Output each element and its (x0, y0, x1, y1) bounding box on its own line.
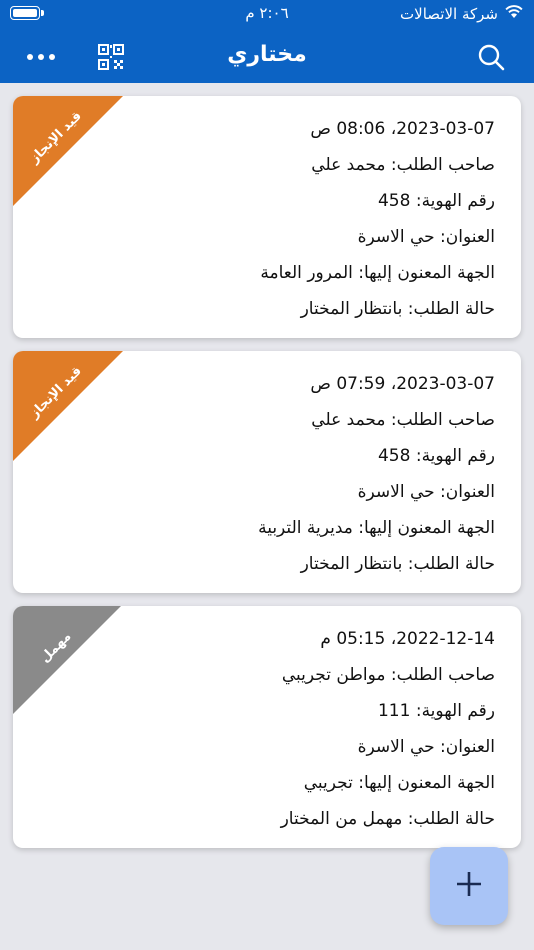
request-recipient: الجهة المعنون إليها: المرور العامة (260, 263, 495, 283)
request-datetime: 2023-03-07، 08:06 ص (310, 119, 495, 139)
request-card[interactable]: قيد الإنجاز 2023-03-07، 07:59 ص صاحب الط… (13, 351, 521, 593)
request-card[interactable]: مهمل 2022-12-14، 05:15 م صاحب الطلب: موا… (13, 606, 521, 848)
carrier-name: شركة الاتصالات (400, 4, 498, 23)
request-address: العنوان: حي الاسرة (357, 737, 495, 757)
add-request-button[interactable] (430, 847, 508, 925)
navbar: مختاري (0, 30, 534, 83)
status-ribbon: قيد الإنجاز (13, 96, 123, 206)
wifi-icon (504, 4, 524, 23)
plus-icon (455, 870, 483, 902)
status-ribbon: مهمل (13, 606, 123, 716)
carrier-info: شركة الاتصالات (400, 4, 524, 23)
status-ribbon: قيد الإنجاز (13, 351, 123, 461)
request-state: حالة الطلب: بانتظار المختار (300, 554, 495, 574)
request-owner: صاحب الطلب: مواطن تجريبي (281, 665, 495, 685)
request-card[interactable]: قيد الإنجاز 2023-03-07، 08:06 ص صاحب الط… (13, 96, 521, 338)
request-address: العنوان: حي الاسرة (357, 227, 495, 247)
request-id-number: رقم الهوية: 458 (377, 446, 495, 466)
request-datetime: 2023-03-07، 07:59 ص (310, 374, 495, 394)
request-recipient: الجهة المعنون إليها: تجريبي (303, 773, 495, 793)
request-state: حالة الطلب: مهمل من المختار (280, 809, 495, 829)
request-owner: صاحب الطلب: محمد علي (311, 410, 495, 430)
request-state: حالة الطلب: بانتظار المختار (300, 299, 495, 319)
request-owner: صاحب الطلب: محمد علي (311, 155, 495, 175)
search-icon[interactable] (474, 40, 508, 74)
page-title: مختاري (227, 42, 307, 67)
request-id-number: رقم الهوية: 458 (377, 191, 495, 211)
request-id-number: رقم الهوية: 111 (377, 701, 495, 721)
request-datetime: 2022-12-14، 05:15 م (320, 629, 495, 649)
app-header: ٢:٠٦ م شركة الاتصالات مختاري (0, 0, 534, 83)
request-address: العنوان: حي الاسرة (357, 482, 495, 502)
status-bar: ٢:٠٦ م شركة الاتصالات (0, 0, 534, 30)
request-recipient: الجهة المعنون إليها: مديرية التربية (258, 518, 495, 538)
